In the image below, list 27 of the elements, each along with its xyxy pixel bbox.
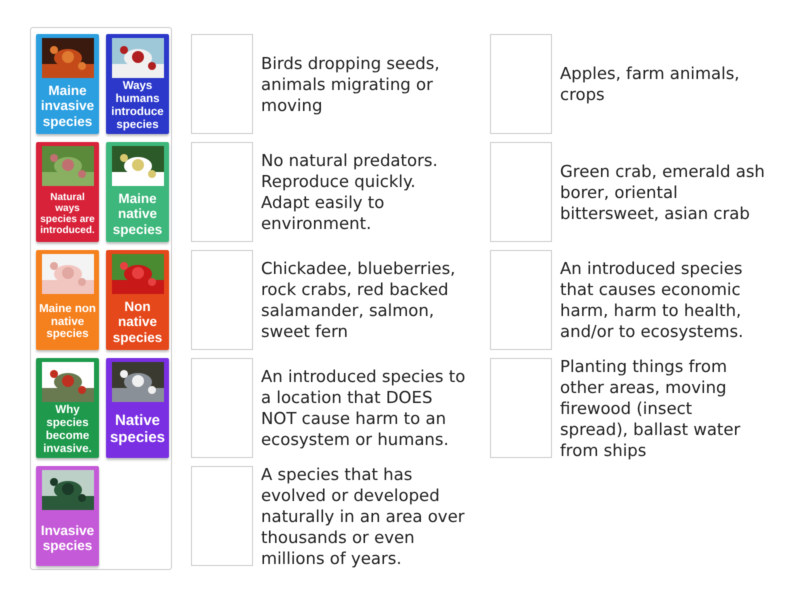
match-prompt: No natural predators. Reproduce quickly. Adapt easily to environment. — [261, 150, 439, 234]
answer-tile[interactable]: Maine invasive species — [36, 34, 99, 134]
answer-tile[interactable]: Maine non native species — [36, 250, 99, 350]
match-prompt: An introduced species that causes economic harm, harm to health, and/or to ecosystems. — [560, 258, 744, 342]
drop-slot[interactable] — [490, 142, 552, 242]
drop-slot[interactable] — [191, 466, 253, 566]
drop-slot[interactable] — [191, 250, 253, 350]
answer-tile[interactable]: Ways humans introduce species — [106, 34, 169, 134]
answer-tile[interactable]: Invasive species — [36, 466, 99, 566]
match-prompt: An introduced species to a location that DOES NOT cause harm to an ecosystem or humans. — [261, 366, 466, 450]
drop-slot[interactable] — [490, 34, 552, 134]
drop-slot[interactable] — [490, 250, 552, 350]
answer-tile[interactable]: Why species become invasive. — [36, 358, 99, 458]
drop-slot[interactable] — [191, 358, 253, 458]
answer-tile[interactable]: Non native species — [106, 250, 169, 350]
match-prompt: Planting things from other areas, moving firewood (insect spread), ballast water from ships — [560, 356, 742, 460]
match-prompt: Birds dropping seeds, animals migrating or moving — [261, 52, 441, 116]
match-prompt: A species that has evolved or developed naturally in an area over thousands or even millions of years. — [261, 464, 466, 568]
answer-tile[interactable]: Native species — [106, 358, 169, 458]
match-prompt: Chickadee, blueberries, rock crabs, red backed salamander, salmon, sweet fern — [261, 258, 456, 342]
match-prompt: Green crab, emerald ash borer, oriental bittersweet, asian crab — [560, 160, 765, 224]
answer-tile[interactable]: Maine native species — [106, 142, 169, 242]
answer-tile[interactable]: Natural ways species are introduced. — [36, 142, 99, 242]
match-prompt: Apples, farm animals, crops — [560, 63, 741, 105]
drop-slot[interactable] — [191, 142, 253, 242]
drop-slot[interactable] — [490, 358, 552, 458]
drop-slot[interactable] — [191, 34, 253, 134]
